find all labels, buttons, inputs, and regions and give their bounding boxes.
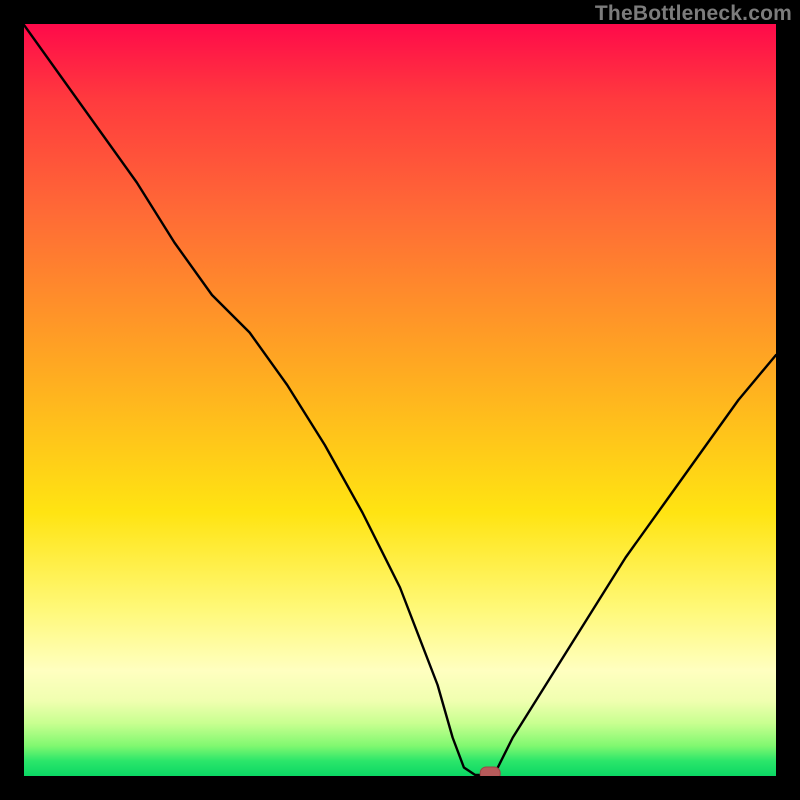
watermark-text: TheBottleneck.com bbox=[595, 2, 792, 26]
gradient-plot-area bbox=[24, 24, 776, 776]
chart-frame: TheBottleneck.com bbox=[0, 0, 800, 800]
